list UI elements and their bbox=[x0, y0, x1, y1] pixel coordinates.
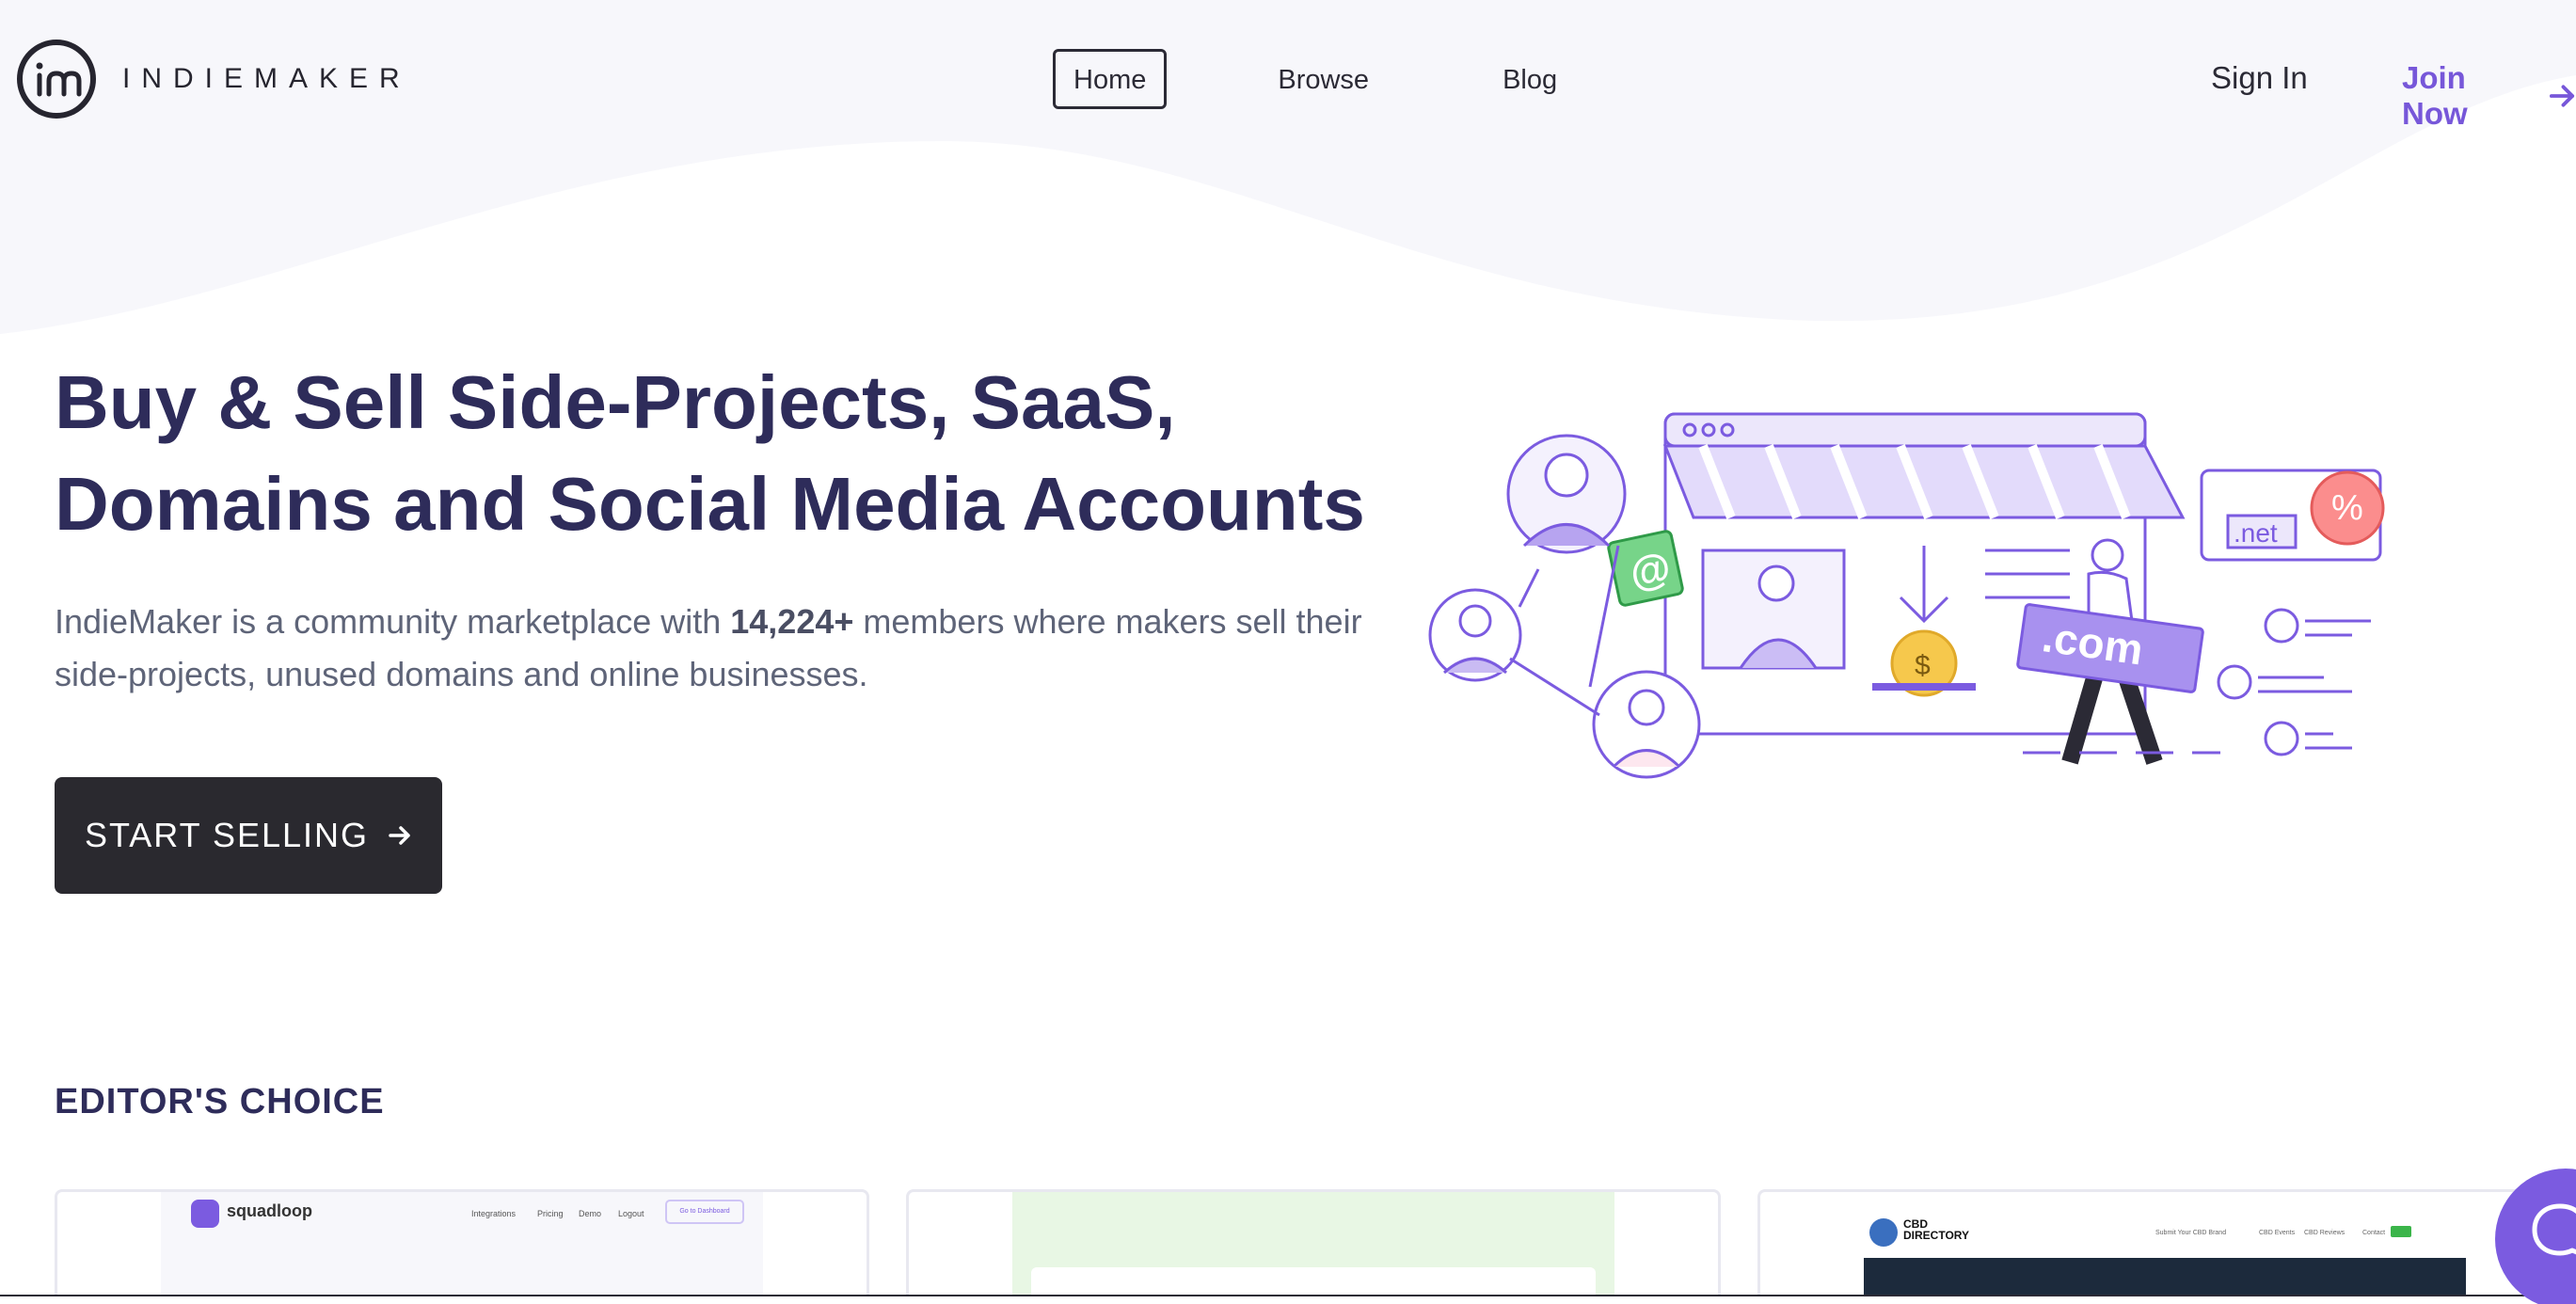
hero-description: IndieMaker is a community marketplace wi… bbox=[55, 596, 1372, 701]
hero-title-line-2: Domains and Social Media Accounts bbox=[55, 462, 1365, 546]
percent-label: % bbox=[2331, 488, 2363, 528]
project-card[interactable]: CBD DIRECTORY Submit Your CBD Brand CBD … bbox=[1757, 1189, 2529, 1304]
arrow-right-icon bbox=[2549, 85, 2575, 107]
marketplace-illustration: @ $ .com .net % bbox=[1428, 412, 2385, 779]
card-brand: CBD DIRECTORY bbox=[1903, 1218, 1969, 1241]
project-card[interactable]: squadloop Integrations Pricing Demo Logo… bbox=[55, 1189, 869, 1304]
hero-title-line-1: Buy & Sell Side-Projects, SaaS, bbox=[55, 360, 1176, 444]
join-now-link[interactable]: Join Now bbox=[2402, 60, 2576, 132]
logo-text: INDIEMAKER bbox=[122, 63, 411, 94]
hero-title: Buy & Sell Side-Projects, SaaS, Domains … bbox=[55, 352, 1372, 555]
squadloop-logo-icon bbox=[191, 1200, 219, 1228]
card-nav-item: CBD Events bbox=[2259, 1230, 2296, 1236]
card-brand-line-2: DIRECTORY bbox=[1903, 1229, 1970, 1242]
card-green-button bbox=[2391, 1226, 2411, 1237]
card-screenshot bbox=[1012, 1192, 1614, 1304]
join-now-label: Join Now bbox=[2402, 60, 2468, 131]
logo[interactable]: INDIEMAKER bbox=[15, 38, 411, 120]
sign-in-link[interactable]: Sign In bbox=[2211, 60, 2308, 96]
nav-browse[interactable]: Browse bbox=[1257, 49, 1390, 109]
hero-desc-before: IndieMaker is a community marketplace wi… bbox=[55, 602, 731, 641]
nav-blog[interactable]: Blog bbox=[1482, 49, 1578, 109]
card-nav-item: Pricing bbox=[537, 1209, 564, 1218]
start-selling-button[interactable]: START SELLING bbox=[55, 777, 442, 894]
arrow-right-icon bbox=[389, 826, 410, 845]
card-nav-item: Logout bbox=[618, 1209, 644, 1218]
start-selling-label: START SELLING bbox=[84, 816, 370, 854]
chat-bubble-icon bbox=[2532, 1203, 2576, 1256]
cbd-logo-icon bbox=[1869, 1218, 1898, 1247]
page-bottom-edge bbox=[0, 1295, 2576, 1304]
card-nav-item: Demo bbox=[579, 1209, 602, 1218]
card-nav-item: CBD Reviews bbox=[2304, 1230, 2345, 1236]
card-brand: squadloop bbox=[227, 1201, 312, 1220]
card-nav-item: Integrations bbox=[471, 1209, 517, 1218]
card-dashboard-button: Go to Dashboard bbox=[665, 1200, 744, 1224]
project-card[interactable] bbox=[906, 1189, 1721, 1304]
card-screenshot: CBD DIRECTORY Submit Your CBD Brand CBD … bbox=[1864, 1192, 2466, 1304]
card-screenshot: squadloop Integrations Pricing Demo Logo… bbox=[161, 1192, 763, 1304]
site-header: INDIEMAKER Home Browse Blog Sign In Join… bbox=[0, 0, 2576, 160]
member-count: 14,224+ bbox=[730, 602, 854, 641]
main-nav: Home Browse Blog bbox=[1053, 49, 1578, 109]
nav-home[interactable]: Home bbox=[1053, 49, 1168, 109]
card-nav-item: Submit Your CBD Brand bbox=[2155, 1230, 2227, 1236]
card-nav-item: Contact bbox=[2362, 1230, 2386, 1236]
dollar-label: $ bbox=[1915, 650, 1931, 681]
editors-choice-title: EDITOR'S CHOICE bbox=[55, 1082, 385, 1121]
net-label: .net bbox=[2234, 518, 2278, 548]
indiemaker-logo-icon bbox=[17, 40, 96, 119]
card-top-bar bbox=[1864, 1192, 2466, 1207]
